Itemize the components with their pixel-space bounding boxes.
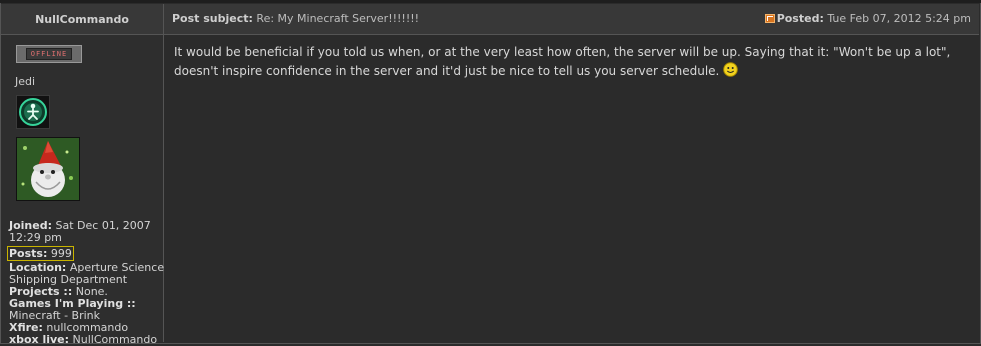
post-body: It would be beneficial if you told us wh… bbox=[174, 43, 974, 81]
post-subject-label: Post subject: bbox=[172, 12, 253, 25]
smile-icon bbox=[723, 62, 739, 77]
author-profile: OFFLINE Jedi Joined: Sat Dec 01, 2007 12… bbox=[1, 35, 164, 346]
xbox-row: xbox live: NullCommando bbox=[9, 334, 163, 346]
post-header: Post subject: Re: My Minecraft Server!!!… bbox=[164, 4, 979, 35]
offline-status-badge: OFFLINE bbox=[16, 45, 82, 63]
post-subject-text: Re: My Minecraft Server!!!!!!! bbox=[256, 12, 420, 25]
xbox-label: xbox live: bbox=[9, 333, 70, 346]
posts-value: 999 bbox=[50, 247, 72, 260]
joined-value: Sat Dec 01, 2007 bbox=[55, 219, 151, 232]
post-date: Posted: Tue Feb 07, 2012 5:24 pm bbox=[764, 12, 971, 25]
posted-date-value: Tue Feb 07, 2012 5:24 pm bbox=[827, 12, 971, 25]
post-body-text: It would be beneficial if you told us wh… bbox=[174, 45, 951, 78]
posted-label: Posted: bbox=[776, 12, 824, 25]
joined-time: 12:29 pm bbox=[9, 231, 62, 244]
profile-details: Joined: Sat Dec 01, 2007 12:29 pm Posts:… bbox=[7, 219, 164, 346]
post-subject: Post subject: Re: My Minecraft Server!!!… bbox=[172, 12, 419, 25]
posts-label: Posts: bbox=[9, 247, 48, 260]
top-border bbox=[0, 0, 981, 3]
status-badge-text: OFFLINE bbox=[25, 48, 73, 60]
author-username[interactable]: NullCommando bbox=[1, 4, 164, 35]
post-link-icon[interactable] bbox=[764, 14, 775, 23]
jedi-rank-icon bbox=[16, 95, 50, 129]
posts-row: Posts: 999 bbox=[7, 246, 74, 261]
xbox-value: NullCommando bbox=[72, 333, 158, 346]
avatar bbox=[16, 137, 80, 201]
rank-title: Jedi bbox=[15, 75, 36, 88]
